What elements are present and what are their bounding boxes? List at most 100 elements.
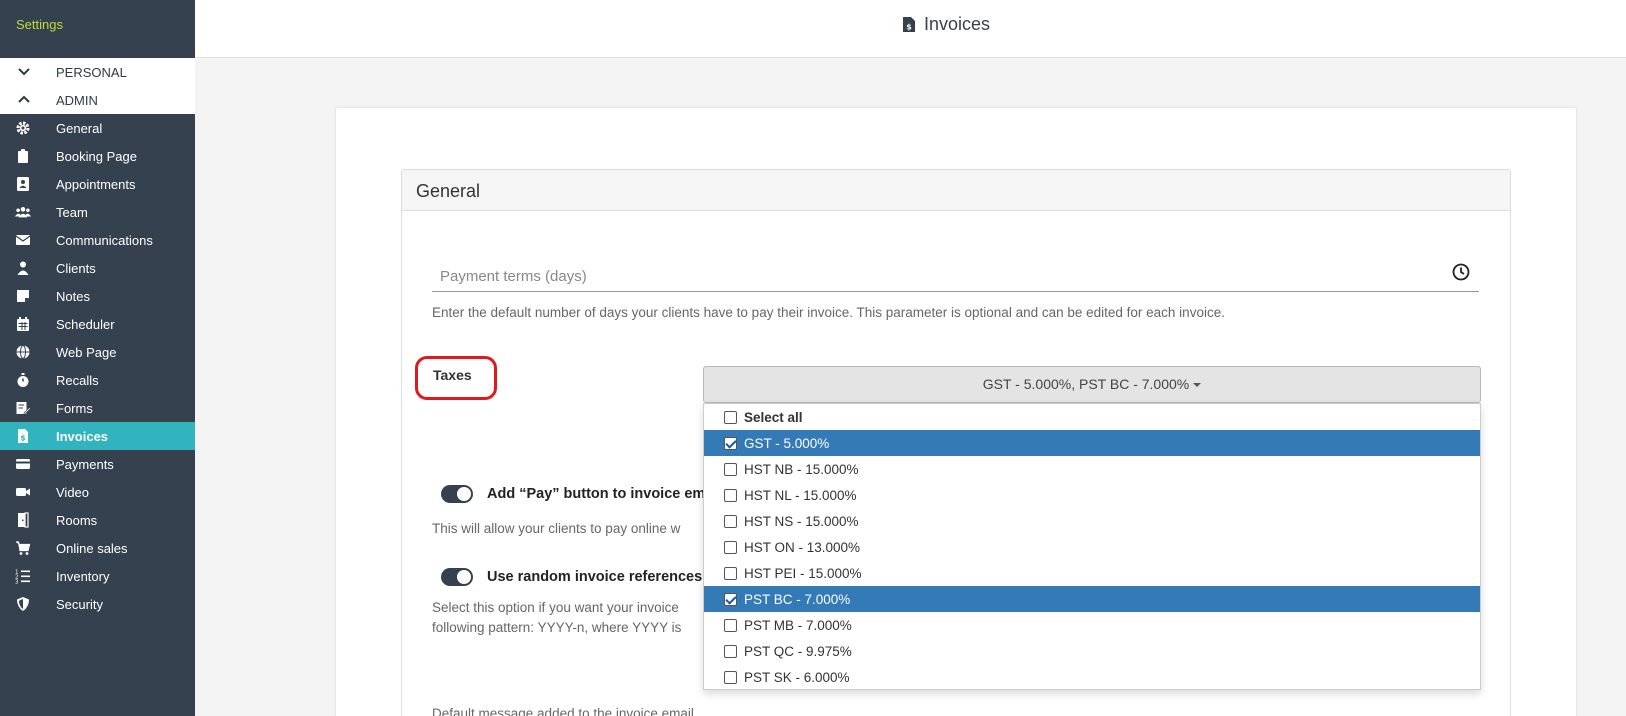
envelope-icon [15, 235, 31, 245]
sidebar-item-appointments[interactable]: Appointments [0, 170, 195, 198]
tax-option-label: GST - 5.000% [744, 436, 830, 451]
checkbox[interactable] [724, 489, 737, 502]
sidebar-item-rooms[interactable]: Rooms [0, 506, 195, 534]
sidebar-item-inventory[interactable]: 123 Inventory [0, 562, 195, 590]
tax-option-pst-bc[interactable]: PST BC - 7.000% [704, 586, 1480, 612]
checkbox[interactable] [724, 567, 737, 580]
pay-button-help: This will allow your clients to pay onli… [432, 521, 681, 536]
tax-option-select-all[interactable]: Select all [704, 404, 1480, 430]
sidebar-item-label: Payments [56, 457, 114, 472]
pay-button-toggle[interactable] [441, 485, 473, 503]
random-refs-toggle-label: Use random invoice references [487, 569, 703, 585]
checkbox[interactable] [724, 645, 737, 658]
sidebar-item-team[interactable]: Team [0, 198, 195, 226]
sidebar-item-label: Communications [56, 233, 153, 248]
tax-option-hst-ns[interactable]: HST NS - 15.000% [704, 508, 1480, 534]
taxes-selected-text: GST - 5.000%, PST BC - 7.000% [982, 376, 1190, 392]
contact-card-icon [17, 177, 29, 191]
random-refs-help-line2: following pattern: YYYY-n, where YYYY is [432, 620, 682, 635]
sidebar-item-payments[interactable]: Payments [0, 450, 195, 478]
tax-option-label: HST PEI - 15.000% [744, 566, 862, 581]
tax-option-label: PST SK - 6.000% [744, 670, 850, 685]
sidebar-item-label: Online sales [56, 541, 128, 556]
sidebar-item-forms[interactable]: Forms [0, 394, 195, 422]
sidebar-item-label: General [56, 121, 103, 136]
taxes-dropdown-menu: Select all GST - 5.000% HST NB - 15.000%… [703, 403, 1481, 690]
svg-text:3: 3 [15, 580, 19, 585]
sidebar-item-label: Booking Page [56, 149, 137, 164]
toggle-knob [457, 570, 471, 584]
sidebar: Settings PERSONAL ADMIN General Booking … [0, 0, 195, 716]
chevron-up-icon [18, 95, 30, 103]
sidebar-item-label: Inventory [56, 569, 110, 584]
sidebar-item-scheduler[interactable]: Scheduler [0, 310, 195, 338]
tax-option-label: HST NL - 15.000% [744, 488, 857, 503]
gear-icon [16, 121, 30, 135]
sidebar-item-label: Video [56, 485, 90, 500]
sidebar-item-label: Invoices [56, 429, 109, 444]
sidebar-item-invoices[interactable]: $ Invoices [0, 422, 195, 450]
tax-option-label: HST NS - 15.000% [744, 514, 859, 529]
payment-terms-help: Enter the default number of days your cl… [432, 305, 1225, 320]
invoice-icon: $ [18, 429, 28, 443]
checkbox-checked[interactable] [724, 593, 737, 606]
sidebar-item-web-page[interactable]: Web Page [0, 338, 195, 366]
payment-terms-input[interactable] [432, 262, 1479, 292]
checkbox[interactable] [724, 515, 737, 528]
checkbox[interactable] [724, 671, 737, 684]
sidebar-item-label: Web Page [56, 345, 117, 360]
section-personal-label: PERSONAL [56, 65, 127, 80]
taxes-select[interactable]: GST - 5.000%, PST BC - 7.000% [703, 366, 1481, 403]
clipboard-icon [18, 149, 28, 163]
random-refs-toggle[interactable] [441, 568, 473, 586]
user-icon [17, 261, 29, 275]
checkbox[interactable] [724, 541, 737, 554]
tax-option-pst-qc[interactable]: PST QC - 9.975% [704, 638, 1480, 664]
section-personal-toggle[interactable]: PERSONAL [0, 58, 195, 86]
sidebar-item-recalls[interactable]: Recalls [0, 366, 195, 394]
default-message-label: Default message added to the invoice ema… [432, 706, 694, 716]
toggle-knob [457, 487, 471, 501]
credit-card-icon [16, 459, 30, 469]
sidebar-item-label: Team [56, 205, 88, 220]
sidebar-item-booking-page[interactable]: Booking Page [0, 142, 195, 170]
sidebar-item-general[interactable]: General [0, 114, 195, 142]
calendar-icon [17, 317, 29, 331]
tax-option-hst-nb[interactable]: HST NB - 15.000% [704, 456, 1480, 482]
shopping-cart-icon [16, 541, 31, 555]
globe-icon [16, 345, 30, 359]
shield-icon [17, 597, 29, 611]
tax-option-gst[interactable]: GST - 5.000% [704, 430, 1480, 456]
tax-option-label: HST ON - 13.000% [744, 540, 861, 555]
sidebar-item-online-sales[interactable]: Online sales [0, 534, 195, 562]
users-icon [15, 207, 31, 218]
sidebar-item-communications[interactable]: Communications [0, 226, 195, 254]
sidebar-item-label: Appointments [56, 177, 136, 192]
tax-option-hst-nl[interactable]: HST NL - 15.000% [704, 482, 1480, 508]
sidebar-item-label: Scheduler [56, 317, 115, 332]
invoice-icon: $ [903, 17, 915, 32]
checkbox[interactable] [724, 463, 737, 476]
tax-option-pst-sk[interactable]: PST SK - 6.000% [704, 664, 1480, 690]
tax-option-hst-on[interactable]: HST ON - 13.000% [704, 534, 1480, 560]
video-camera-icon [16, 488, 30, 496]
svg-text:$: $ [906, 23, 912, 32]
section-admin-toggle[interactable]: ADMIN [0, 86, 195, 114]
checkbox-checked[interactable] [724, 437, 737, 450]
sidebar-item-security[interactable]: Security [0, 590, 195, 618]
tax-option-hst-pei[interactable]: HST PEI - 15.000% [704, 560, 1480, 586]
sidebar-item-label: Notes [56, 289, 90, 304]
sidebar-item-label: Security [56, 597, 103, 612]
tax-option-label: PST QC - 9.975% [744, 644, 852, 659]
tax-option-pst-mb[interactable]: PST MB - 7.000% [704, 612, 1480, 638]
checkbox[interactable] [724, 619, 737, 632]
caret-down-icon [1193, 383, 1202, 388]
sidebar-item-video[interactable]: Video [0, 478, 195, 506]
clock-icon[interactable] [1452, 263, 1470, 281]
tax-option-label: PST BC - 7.000% [744, 592, 851, 607]
sidebar-item-notes[interactable]: Notes [0, 282, 195, 310]
random-refs-help-line1: Select this option if you want your invo… [432, 600, 679, 615]
checkbox[interactable] [724, 411, 737, 424]
sidebar-item-label: Recalls [56, 373, 99, 388]
sidebar-item-clients[interactable]: Clients [0, 254, 195, 282]
